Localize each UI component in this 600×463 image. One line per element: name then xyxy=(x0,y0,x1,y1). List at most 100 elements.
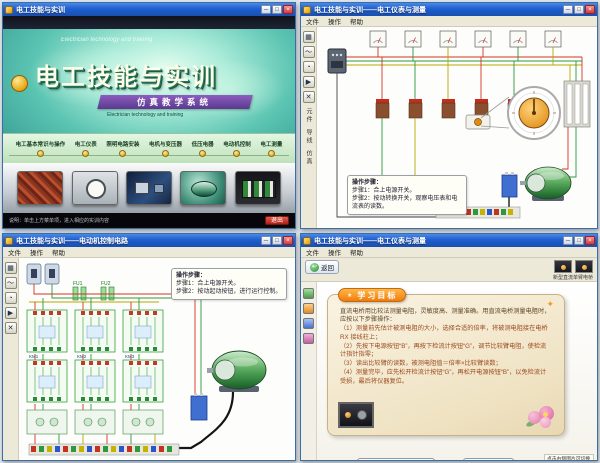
erase-icon[interactable]: ✕ xyxy=(5,322,17,334)
nav-item-measure[interactable]: 电工测量 xyxy=(260,140,282,157)
titlebar[interactable]: 电工技能与实训——电工仪表与测量 ─ □ × xyxy=(301,3,597,16)
learn-content: ★ 学习目标 ✦ ✦ 直流电桥用比较法测量电阻，灵敏度高、测量准确。用直流电桥测… xyxy=(317,282,597,460)
close-button[interactable]: × xyxy=(585,236,595,245)
controller-device[interactable] xyxy=(466,115,490,129)
run-icon[interactable]: ▶ xyxy=(303,76,315,88)
terminal-strip[interactable] xyxy=(29,444,179,455)
wire-tool-icon[interactable]: 〜 xyxy=(5,277,17,289)
thumb-meter[interactable] xyxy=(72,171,118,205)
close-button[interactable]: × xyxy=(283,236,293,245)
nav-item-motorcontrol[interactable]: 电动机控制 xyxy=(223,140,251,157)
nav-item-lowvoltage[interactable]: 低压电器 xyxy=(192,140,214,157)
circuit-canvas[interactable]: FU1 FU2 xyxy=(19,258,295,460)
minimize-button[interactable]: ─ xyxy=(563,5,573,14)
close-button[interactable]: × xyxy=(585,5,595,14)
wire-tool-icon[interactable]: 〜 xyxy=(303,46,315,58)
meter-tool-icon[interactable]: ◔ xyxy=(303,61,315,73)
app-icon xyxy=(5,237,13,245)
corner-note-line: 点击右侧图片可切换仪器 xyxy=(547,457,591,460)
nav-item-machines[interactable]: 电机与变压器 xyxy=(149,140,182,157)
rail-icon-test[interactable] xyxy=(303,318,314,329)
exit-button[interactable]: 退出 xyxy=(265,216,289,225)
rail-icon-sim[interactable] xyxy=(303,303,314,314)
terminal-panel[interactable] xyxy=(564,57,590,127)
banner-subtitle: 仿真教学系统 xyxy=(137,96,212,108)
meter-tool-icon[interactable]: ◔ xyxy=(5,292,17,304)
maximize-button[interactable]: □ xyxy=(574,236,584,245)
rail-icon-help[interactable] xyxy=(303,333,314,344)
circuit-canvas[interactable]: 操作步骤： 步骤1：合上电源开关。 步骤2：按动转换开关，观察电压表和电流表的读… xyxy=(317,27,597,228)
titlebar[interactable]: 电工技能与实训——电动机控制电路 ─ □ × xyxy=(3,234,295,247)
contactor-grid[interactable] xyxy=(27,310,163,434)
instrument-thumb-2[interactable] xyxy=(575,260,593,273)
window-meter-sim: 电工技能与实训——电工仪表与测量 ─ □ × 文件 操作 帮助 ▦ 〜 ◔ ▶ … xyxy=(300,2,598,229)
breakers[interactable] xyxy=(27,264,59,284)
body-line: （1）测量前先估计被测电阻的大小，选择合适的倍率，将被测电阻接在电桥 RX 接线… xyxy=(340,325,552,341)
titlebar[interactable]: 电工技能与实训 ─ □ × xyxy=(3,3,295,16)
motor[interactable] xyxy=(207,351,266,392)
transformer-box[interactable] xyxy=(191,393,207,420)
instrument-thumb-1[interactable] xyxy=(554,260,572,273)
bridge-calibrate-button[interactable]: 直流电桥校验电阻 xyxy=(357,458,435,460)
instrument-icon xyxy=(154,184,164,193)
nav-dot-icon xyxy=(119,150,126,157)
nav-item-lighting[interactable]: 照明电路安装 xyxy=(106,140,139,157)
sim-mode-label[interactable]: 仿真 xyxy=(304,150,313,166)
maximize-button[interactable]: □ xyxy=(272,5,282,14)
titlebar[interactable]: 电工技能与实训——电工仪表与测量 ─ □ × xyxy=(301,234,597,247)
maximize-button[interactable]: □ xyxy=(272,236,282,245)
close-button[interactable]: × xyxy=(283,5,293,14)
toolbar-label-components: 元件 xyxy=(304,108,313,124)
contactor-label-km3: KM3 xyxy=(125,354,135,359)
menu-item-help[interactable]: 帮助 xyxy=(350,16,363,26)
window-title: 电工技能与实训 xyxy=(16,5,258,15)
back-icon: ↩ xyxy=(310,263,319,272)
menu-item-file[interactable]: 文件 xyxy=(8,247,21,257)
minimize-button[interactable]: ─ xyxy=(261,236,271,245)
back-button[interactable]: ↩ 返回 xyxy=(305,260,339,274)
nav-item-meters[interactable]: 电工仪表 xyxy=(75,140,97,157)
meter-row[interactable] xyxy=(370,31,561,65)
menu-item-operate[interactable]: 操作 xyxy=(30,247,43,257)
menu-item-operate[interactable]: 操作 xyxy=(328,247,341,257)
star-icon: ★ xyxy=(347,292,354,299)
precautions-button[interactable]: ⚠ 注意事项 xyxy=(463,458,514,460)
window-title: 电工技能与实训——电工仪表与测量 xyxy=(314,236,560,246)
thumb-contactors[interactable] xyxy=(235,171,281,205)
menu-item-help[interactable]: 帮助 xyxy=(350,247,363,257)
window-main-menu: 电工技能与实训 ─ □ × Electrician technology and… xyxy=(2,2,296,229)
window-motor-sim: 电工技能与实训——电动机控制电路 ─ □ × 文件 操作 帮助 ▦ 〜 ◔ ▶ … xyxy=(2,233,296,461)
menu-item-operate[interactable]: 操作 xyxy=(328,16,341,26)
menu-item-file[interactable]: 文件 xyxy=(306,247,319,257)
component-icon[interactable]: ▦ xyxy=(303,31,315,43)
title-banner: Electrician technology and training 电工技能… xyxy=(3,29,295,163)
thumb-instruments[interactable] xyxy=(126,171,172,205)
main-breaker[interactable] xyxy=(328,49,346,73)
maximize-button[interactable]: □ xyxy=(574,5,584,14)
banner-english-sub: Electrician technology and training xyxy=(107,112,183,118)
notes-title: 操作步骤： xyxy=(176,273,206,279)
nav-item-basics[interactable]: 电工基本常识与操作 xyxy=(16,140,66,157)
instrument-icon xyxy=(135,182,149,194)
thumb-wiring[interactable] xyxy=(17,171,63,205)
motor[interactable] xyxy=(520,167,571,201)
minimize-button[interactable]: ─ xyxy=(563,236,573,245)
run-icon[interactable]: ▶ xyxy=(5,307,17,319)
instrument-thumbs: 新型直流单臂电桥 xyxy=(553,260,593,281)
minimize-button[interactable]: ─ xyxy=(261,5,271,14)
power-bus-wires xyxy=(346,57,582,65)
transformer-box[interactable] xyxy=(502,172,517,197)
component-icon[interactable]: ▦ xyxy=(5,262,17,274)
erase-icon[interactable]: ✕ xyxy=(303,91,315,103)
thumb-motor[interactable] xyxy=(180,171,226,205)
menu-item-file[interactable]: 文件 xyxy=(306,16,319,26)
nav-dot-icon xyxy=(82,150,89,157)
bottom-buttons: 直流电桥校验电阻 ⚠ 注意事项 xyxy=(357,458,514,460)
transformer-row[interactable] xyxy=(376,57,521,118)
dial-icon xyxy=(357,410,367,420)
flower-decoration xyxy=(526,405,556,429)
menu-bar: 文件 操作 帮助 xyxy=(3,247,295,258)
notes-title: 操作步骤： xyxy=(352,180,382,186)
rail-icon-study[interactable] xyxy=(303,288,314,299)
menu-item-help[interactable]: 帮助 xyxy=(52,247,65,257)
